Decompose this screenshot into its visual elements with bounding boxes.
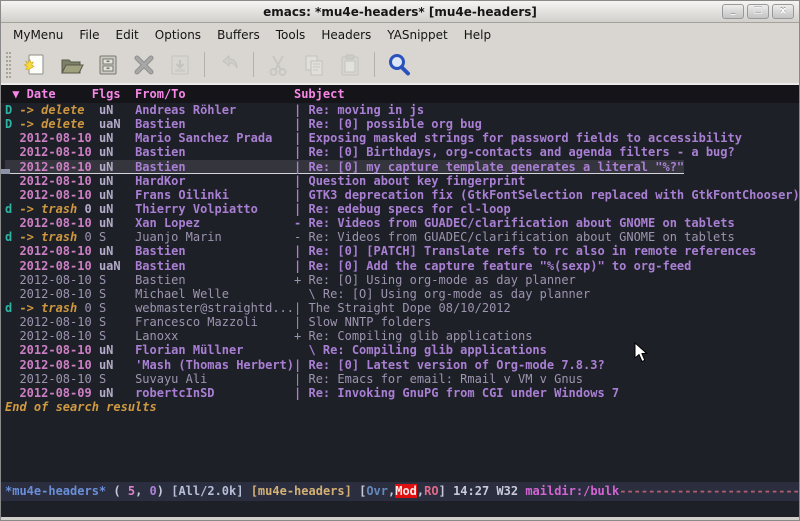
window-controls: _□x: [722, 4, 794, 19]
toolbar: [1, 46, 799, 85]
undo-icon: [211, 50, 247, 80]
message-row[interactable]: 2012-08-10 S Suvayu Ali | Re: Emacs for …: [1, 372, 799, 386]
message-row[interactable]: 2012-08-10 uN Xan Lopez - Re: Videos fro…: [1, 216, 799, 230]
close-button[interactable]: x: [772, 4, 794, 19]
save-icon[interactable]: [90, 50, 126, 80]
message-row[interactable]: 2012-08-10 S Lanoxx + Re: Compiling glib…: [1, 329, 799, 343]
modeline-lavender: [All/2.0k]: [171, 484, 250, 498]
echo-area[interactable]: [1, 501, 799, 517]
menu-tools[interactable]: Tools: [268, 25, 314, 45]
message-row[interactable]: 2012-08-10 S Bastien + Re: [O] Using org…: [1, 273, 799, 287]
message-row[interactable]: d -> trash 0 S Juanjo Marin - Re: Videos…: [1, 230, 799, 244]
cut-icon: [260, 50, 296, 80]
buffer-area: ▼ Date Flgs From/To Subject D -> delete …: [1, 85, 799, 517]
maximize-button[interactable]: □: [747, 4, 769, 19]
menu-yasnippet[interactable]: YASnippet: [379, 25, 456, 45]
title-bar[interactable]: emacs: *mu4e-headers* [mu4e-headers] _□x: [1, 1, 799, 23]
modeline-maildir: maildir:/bulk: [525, 484, 619, 498]
message-row[interactable]: D -> delete uN Andreas Röhler | Re: movi…: [1, 103, 799, 117]
toolbar-separator: [253, 52, 254, 77]
headers-column-row[interactable]: ▼ Date Flgs From/To Subject: [1, 85, 799, 103]
modeline-violet: 0: [150, 484, 157, 498]
message-row[interactable]: 2012-08-09 uN robertcInSD | Re: Invoking…: [1, 386, 799, 400]
modeline-buffer: *mu4e-headers*: [5, 484, 106, 498]
new-file-icon[interactable]: [18, 50, 54, 80]
message-row[interactable]: 2012-08-10 uN Bastien | Re: [0] [PATCH] …: [1, 244, 799, 258]
toolbar-separator: [374, 52, 375, 77]
end-of-search-results: End of search results: [1, 400, 799, 414]
copy-icon: [296, 50, 332, 80]
modeline-plain: ]: [439, 484, 453, 498]
mode-line[interactable]: *mu4e-headers* ( 5, 0) [All/2.0k] [mu4e-…: [1, 482, 799, 501]
menu-options[interactable]: Options: [147, 25, 209, 45]
message-row[interactable]: 2012-08-10 uN Bastien | Re: [0] Birthday…: [1, 145, 799, 159]
window-title: emacs: *mu4e-headers* [mu4e-headers]: [263, 5, 537, 19]
modeline-plain: (: [106, 484, 128, 498]
message-row[interactable]: D -> delete uaN Bastien | Re: [0] possib…: [1, 117, 799, 131]
modeline-plain: 14:27 W32: [453, 484, 525, 498]
menu-file[interactable]: File: [71, 25, 107, 45]
search-icon[interactable]: [381, 50, 417, 80]
message-row[interactable]: 2012-08-10 uN Florian Müllner \ Re: Comp…: [1, 343, 799, 357]
open-folder-icon[interactable]: [54, 50, 90, 80]
message-row-current[interactable]: 2012-08-10 uN Bastien | Re: [0] my captu…: [1, 160, 799, 174]
close-icon[interactable]: [126, 50, 162, 80]
emacs-window: emacs: *mu4e-headers* [mu4e-headers] _□x…: [0, 0, 800, 521]
message-row[interactable]: 2012-08-10 uN Frans Oilinki | GTK3 depre…: [1, 188, 799, 202]
toolbar-separator: [204, 52, 205, 77]
modeline-plain: ): [157, 484, 171, 498]
menu-help[interactable]: Help: [456, 25, 499, 45]
message-row[interactable]: 2012-08-10 uN 'Mash (Thomas Herbert)| Re…: [1, 358, 799, 372]
modeline-ro: RO: [424, 484, 438, 498]
message-row[interactable]: 2012-08-10 uN HardKor | Question about k…: [1, 174, 799, 188]
save-as-icon: [162, 50, 198, 80]
message-list: D -> delete uN Andreas Röhler | Re: movi…: [1, 103, 799, 482]
message-row[interactable]: 2012-08-10 uN Mario Sanchez Prada | Expo…: [1, 131, 799, 145]
modeline-mod: Mod: [395, 484, 417, 498]
message-row[interactable]: d -> trash 0 S webmaster@straightd...| T…: [1, 301, 799, 315]
minimize-button[interactable]: _: [722, 4, 744, 19]
message-row[interactable]: 2012-08-10 S Michael Welle \ Re: [O] Usi…: [1, 287, 799, 301]
message-row[interactable]: 2012-08-10 S Francesco Mazzoli | Slow NN…: [1, 315, 799, 329]
modeline-dashes: ----------------------------: [619, 484, 799, 498]
modeline-plain: ,: [135, 484, 149, 498]
message-row[interactable]: d -> trash 0 uN Thierry Volpiatto | Re: …: [1, 202, 799, 216]
message-row[interactable]: 2012-08-10 uaN Bastien | Re: [0] Add the…: [1, 259, 799, 273]
menu-mymenu[interactable]: MyMenu: [5, 25, 71, 45]
window-bottom-border: [1, 517, 799, 520]
modeline-tan: [mu4e-headers]: [251, 484, 359, 498]
modeline-blue: Ovr: [366, 484, 388, 498]
toolbar-grip[interactable]: [6, 52, 11, 78]
paste-icon: [332, 50, 368, 80]
menu-headers[interactable]: Headers: [313, 25, 379, 45]
menu-edit[interactable]: Edit: [108, 25, 147, 45]
menu-bar: MyMenuFileEditOptionsBuffersToolsHeaders…: [1, 23, 799, 46]
menu-buffers[interactable]: Buffers: [209, 25, 268, 45]
modeline-pink: 5: [128, 484, 135, 498]
